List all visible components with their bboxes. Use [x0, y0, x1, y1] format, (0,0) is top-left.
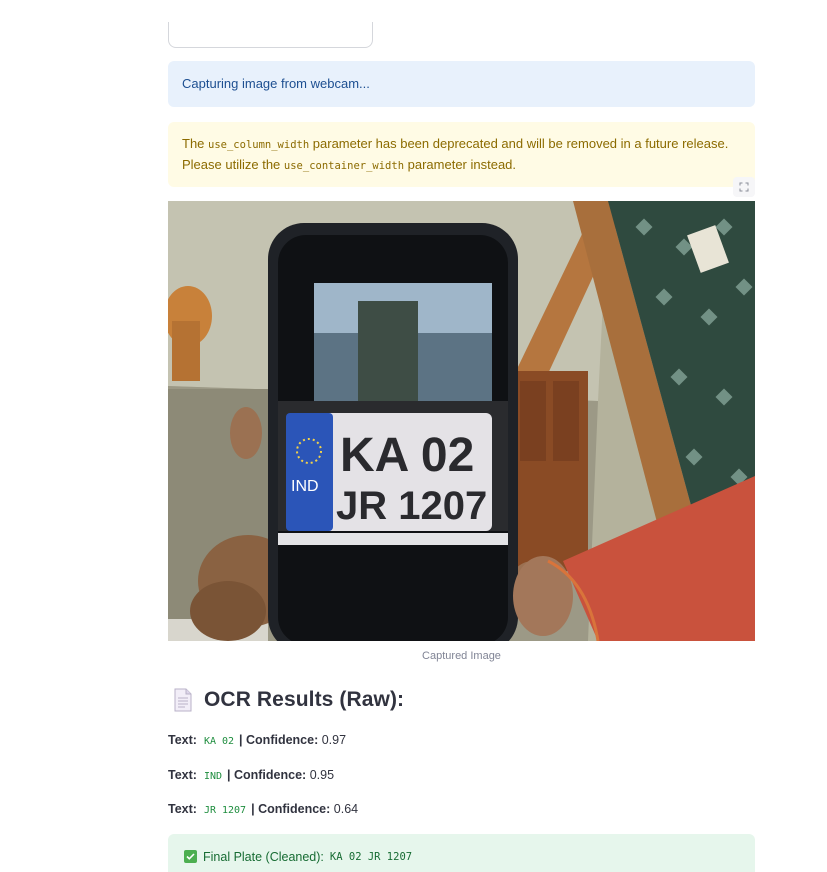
warning-code-use-column-width: use_column_width: [208, 139, 310, 151]
ocr-text-value: IND: [203, 771, 222, 782]
confidence-value: 0.97: [321, 733, 347, 747]
warning-code-use-container-width: use_container_width: [283, 160, 405, 172]
text-label: Text:: [168, 733, 197, 747]
ocr-result-row: Text: JR 1207 | Confidence: 0.64: [168, 802, 358, 816]
fullscreen-icon: [739, 182, 749, 192]
fullscreen-button[interactable]: [733, 177, 755, 197]
check-mark-icon: [184, 850, 197, 863]
confidence-label: | Confidence:: [239, 733, 319, 747]
confidence-label: | Confidence:: [251, 802, 331, 816]
confidence-label: | Confidence:: [227, 768, 307, 782]
deprecation-warning-alert: The use_column_width parameter has been …: [168, 122, 755, 187]
final-plate-value: KA 02 JR 1207: [329, 850, 413, 863]
ocr-text-value: JR 1207: [203, 805, 247, 816]
warning-text-part1: The: [182, 136, 209, 151]
ocr-result-row: Text: IND | Confidence: 0.95: [168, 768, 334, 782]
plate-country-code: IND: [291, 478, 319, 495]
final-plate-label: Final Plate (Cleaned):: [203, 849, 324, 864]
confidence-value: 0.95: [309, 768, 335, 782]
text-label: Text:: [168, 802, 197, 816]
ocr-results-heading: OCR Results (Raw):: [172, 688, 404, 712]
ocr-result-row: Text: KA 02 | Confidence: 0.97: [168, 733, 346, 747]
warning-text-part3: parameter instead.: [404, 157, 517, 172]
captured-webcam-image: IND KA 02 JR 1207: [168, 201, 755, 641]
confidence-value: 0.64: [333, 802, 359, 816]
info-alert: Capturing image from webcam...: [168, 61, 755, 107]
ocr-heading-text: OCR Results (Raw):: [204, 688, 405, 711]
ocr-text-value: KA 02: [203, 736, 235, 747]
document-icon: [174, 688, 192, 712]
text-input-field[interactable]: [168, 22, 373, 48]
image-caption: Captured Image: [422, 650, 501, 662]
final-plate-success-alert: Final Plate (Cleaned): KA 02 JR 1207: [168, 834, 755, 872]
plate-line-2: JR 1207: [336, 484, 487, 528]
text-label: Text:: [168, 768, 197, 782]
info-alert-text: Capturing image from webcam...: [182, 76, 370, 91]
plate-line-1: KA 02: [340, 429, 474, 482]
